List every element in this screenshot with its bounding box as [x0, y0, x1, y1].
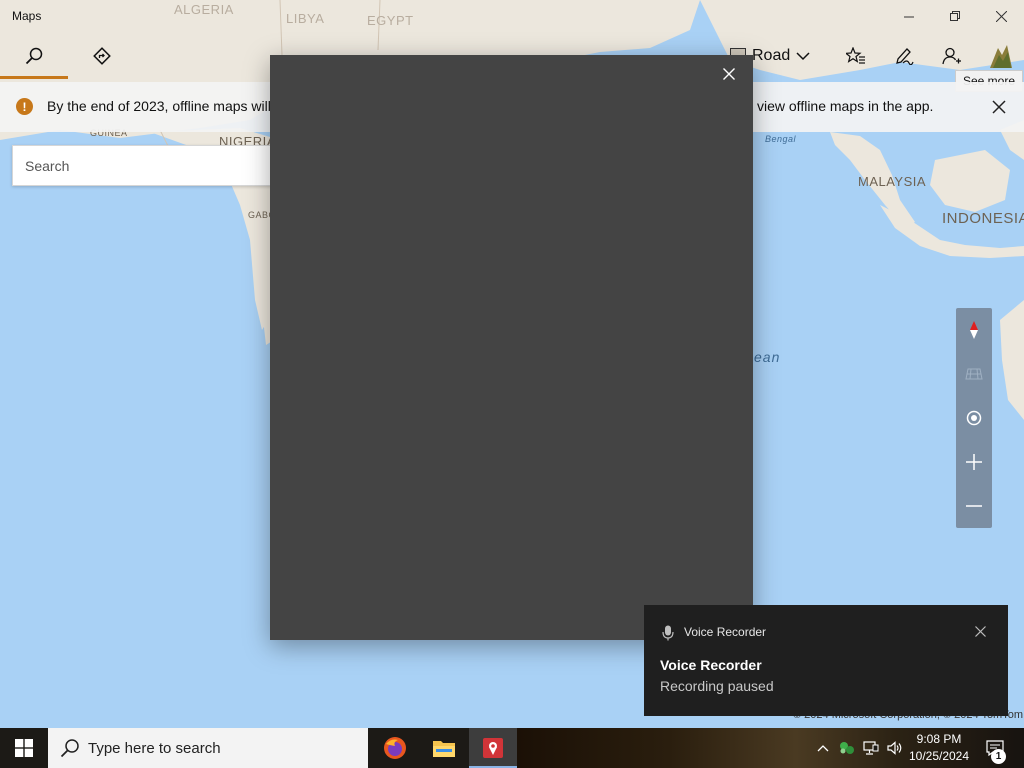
clock-time: 9:08 PM — [916, 732, 962, 746]
chevron-down-icon — [796, 52, 810, 61]
tray-app-icon — [840, 742, 854, 754]
restore-button[interactable] — [932, 0, 978, 32]
windows-logo-icon — [15, 739, 33, 757]
favorites-button[interactable] — [832, 32, 880, 80]
app-title: Maps — [12, 9, 42, 23]
search-icon — [25, 47, 43, 65]
toast-title: Voice Recorder — [660, 657, 762, 673]
map-label-bay-of-bengal: Bengal — [765, 134, 797, 144]
3d-view-button[interactable] — [956, 352, 992, 396]
map-label-malaysia: MALAYSIA — [858, 174, 927, 189]
locate-me-button[interactable] — [956, 396, 992, 440]
banner-text-end: view offline maps in the app. — [757, 98, 934, 114]
file-explorer-icon — [433, 741, 455, 757]
maps-icon — [483, 738, 503, 758]
map-controls — [956, 308, 992, 528]
map-label-ocean: ean — [754, 349, 781, 365]
speaker-icon — [887, 741, 902, 755]
zoom-out-button[interactable] — [956, 484, 992, 528]
minimize-icon — [903, 16, 914, 17]
ink-icon — [896, 48, 914, 65]
notification-count-badge: 1 — [991, 749, 1006, 764]
taskbar: Type here to search 9:08 PM 10/25/2024 1 — [0, 728, 1024, 768]
firefox-icon — [384, 737, 406, 759]
zoom-out-icon — [966, 505, 982, 507]
toast-body: Recording paused — [660, 678, 774, 694]
compass-button[interactable] — [956, 308, 992, 352]
close-icon — [995, 10, 1007, 22]
banner-text-start: By the end of 2023, offline maps will — [47, 98, 271, 114]
search-tab[interactable] — [10, 32, 58, 80]
taskbar-app-maps[interactable] — [469, 728, 517, 768]
locate-icon — [966, 410, 982, 426]
start-button[interactable] — [0, 728, 48, 768]
network-icon — [863, 741, 879, 755]
window-close-button[interactable] — [978, 0, 1024, 32]
taskbar-search-placeholder: Type here to search — [88, 740, 221, 757]
ink-button[interactable] — [880, 32, 928, 80]
close-icon — [723, 68, 735, 80]
search-box — [12, 145, 272, 186]
clock[interactable]: 9:08 PM 10/25/2024 — [908, 731, 970, 765]
3d-grid-icon — [965, 368, 983, 380]
title-bar: Maps — [0, 0, 1024, 32]
volume-button[interactable] — [884, 728, 906, 768]
close-icon — [974, 625, 986, 637]
sign-in-icon — [942, 47, 961, 65]
chevron-up-icon — [817, 745, 829, 752]
toast-close-button[interactable] — [968, 619, 992, 643]
active-tab-indicator — [0, 76, 68, 79]
see-more-icon — [990, 45, 1012, 68]
favorites-icon — [846, 47, 865, 64]
taskbar-app-file-explorer[interactable] — [420, 728, 468, 768]
taskbar-search-box[interactable]: Type here to search — [48, 728, 368, 768]
voice-recorder-notification[interactable]: Voice Recorder Voice Recorder Recording … — [644, 605, 1008, 716]
info-icon: ! — [16, 98, 33, 115]
minimize-button[interactable] — [886, 0, 932, 32]
directions-tab[interactable] — [78, 32, 126, 80]
dialog-close-button[interactable] — [715, 60, 743, 88]
taskbar-app-firefox[interactable] — [371, 728, 419, 768]
banner-close-button[interactable] — [986, 94, 1012, 120]
zoom-in-button[interactable] — [956, 440, 992, 484]
tray-app-button[interactable] — [836, 728, 858, 768]
close-icon — [992, 100, 1006, 114]
clock-date: 10/25/2024 — [908, 749, 970, 763]
search-icon — [60, 739, 79, 758]
network-button[interactable] — [860, 728, 882, 768]
compass-icon — [970, 321, 978, 339]
map-style-label: Road — [752, 47, 791, 64]
show-hidden-icons-button[interactable] — [812, 728, 834, 768]
map-label-indonesia: INDONESIA — [942, 210, 1024, 227]
microphone-icon — [662, 625, 674, 641]
restore-icon — [949, 10, 960, 21]
search-input[interactable] — [13, 146, 271, 185]
zoom-in-icon — [966, 454, 982, 470]
directions-icon — [93, 47, 111, 65]
toast-app-name: Voice Recorder — [684, 625, 767, 639]
modal-dialog — [270, 55, 753, 640]
